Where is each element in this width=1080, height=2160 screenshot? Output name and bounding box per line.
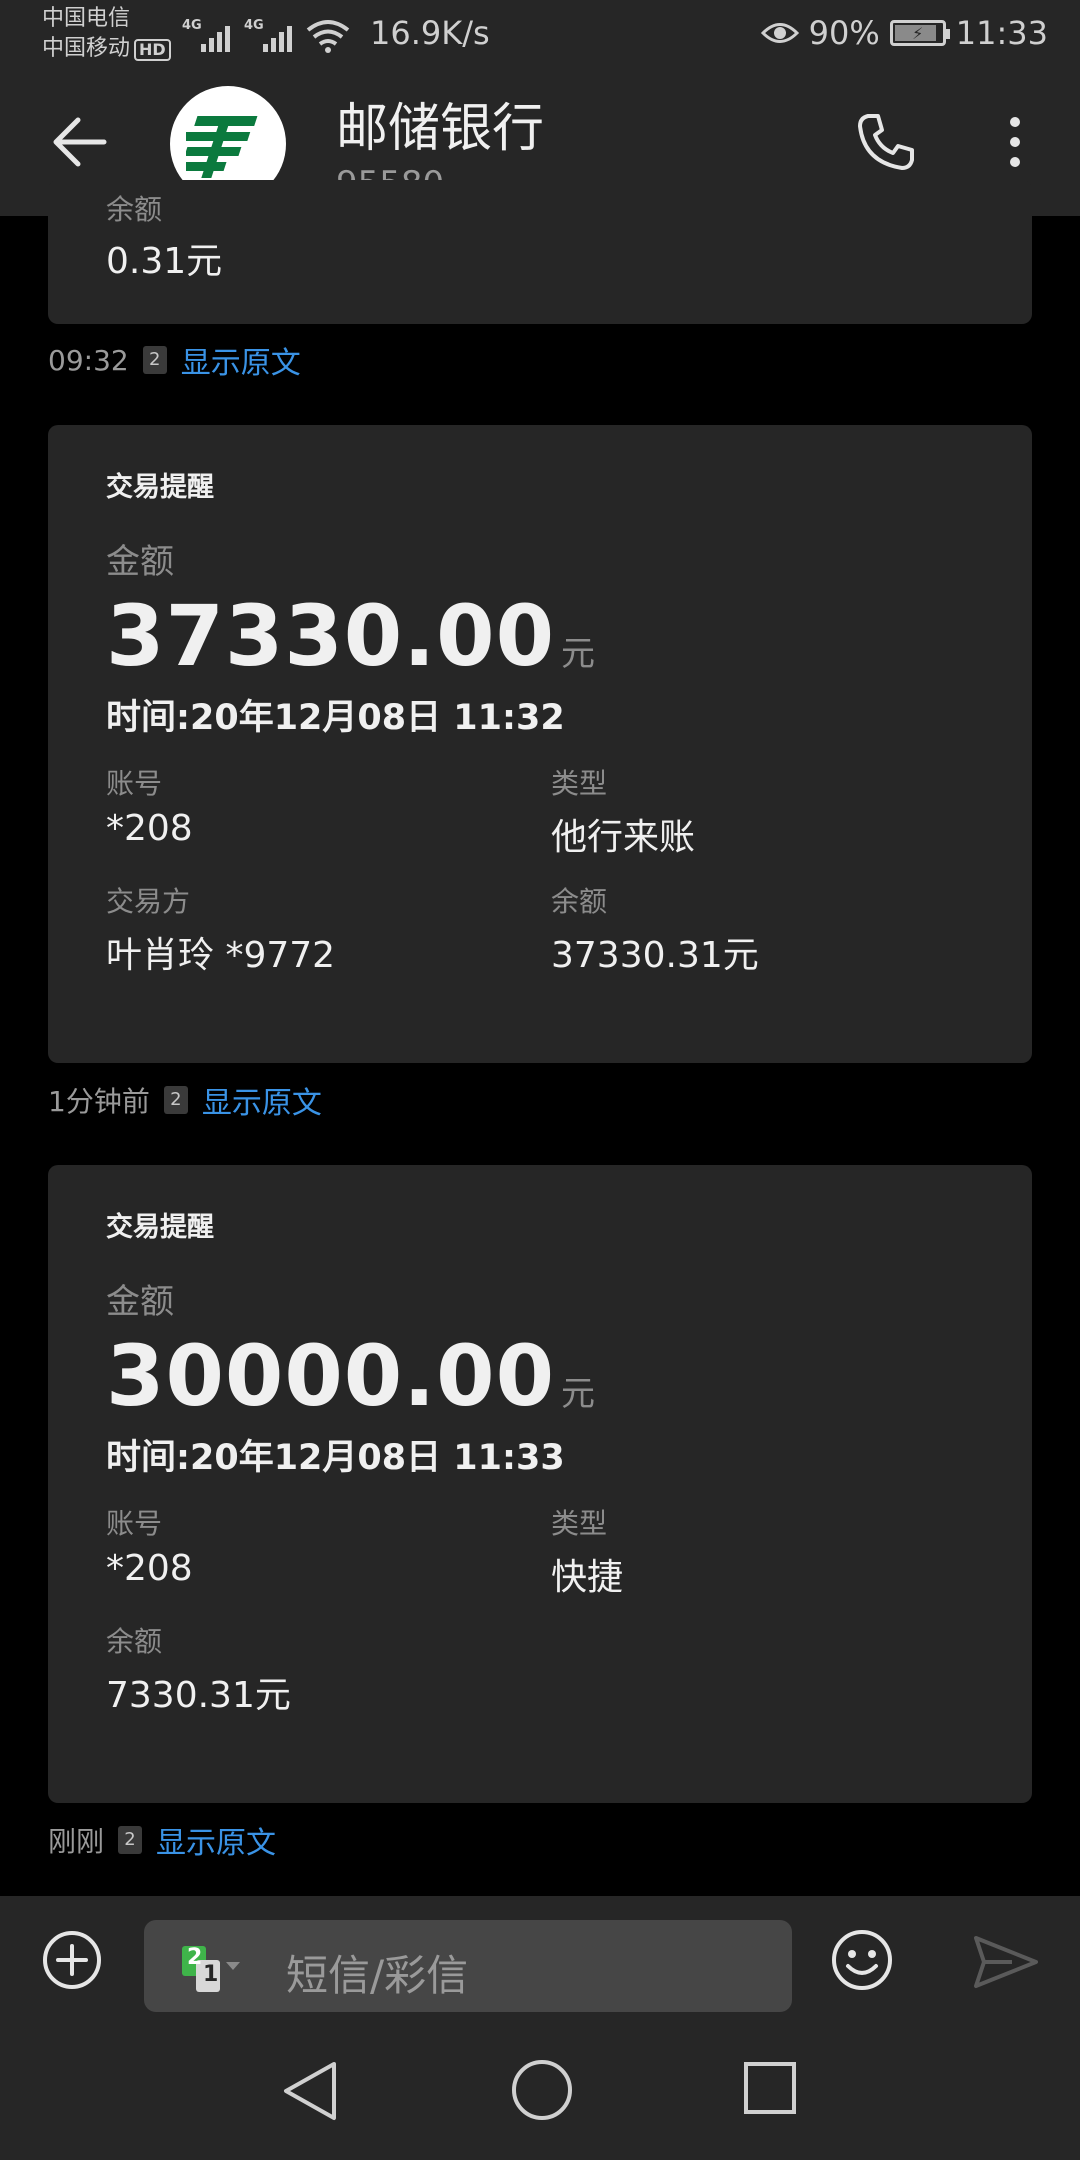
sim-a-label: 2 [187, 1945, 203, 1970]
amount-unit: 元 [561, 634, 596, 674]
type-value: 他行来账 [551, 817, 696, 858]
net-speed: 16.9K/s [370, 14, 490, 52]
balance-value: 0.31元 [106, 241, 223, 282]
carrier-2: 中国移动 [42, 36, 131, 61]
wifi-icon [306, 20, 350, 53]
account-label: 账号 [106, 767, 163, 800]
back-arrow-icon[interactable] [48, 110, 112, 174]
message-time: 刚刚 [48, 1825, 105, 1858]
system-nav-bar [0, 2020, 1080, 2160]
type-value: 快捷 [551, 1557, 624, 1598]
account-value: *208 [106, 1548, 193, 1589]
message-meta: 09:32 2 显示原文 [48, 338, 301, 382]
sim-card-icon: 2 [163, 1086, 188, 1114]
detail-grid: 账号 *208 类型他行来账 交易方叶肖玲 *9772 余额 37330.31元 [106, 762, 974, 978]
hd-badge: HD [134, 39, 171, 61]
balance-label: 余额 [551, 885, 608, 918]
status-bar: 中国电信 中国移动 HD 4G 4G 16.9K/s 90% ⚡ 11:33 [0, 0, 1080, 72]
message-bubble[interactable]: 余额 0.31元 [48, 180, 1032, 324]
signal-icon-1: 4G [182, 18, 230, 54]
show-original-link[interactable]: 显示原文 [202, 1078, 322, 1122]
balance-value: 7330.31元 [106, 1675, 291, 1716]
amount-row: 30000.00 元 [106, 1327, 974, 1425]
balance-label: 余额 [106, 193, 163, 226]
type-label: 类型 [551, 767, 608, 800]
postal-bank-logo-icon [186, 116, 258, 178]
message-time: 09:32 [48, 343, 129, 377]
clock: 11:33 [955, 14, 1048, 52]
signal-icon-2: 4G [244, 18, 292, 54]
emoji-icon[interactable] [830, 1928, 894, 1992]
message-title: 交易提醒 [106, 472, 214, 503]
sim-b-label: 1 [203, 1962, 219, 1987]
message-meta: 1分钟前 2 显示原文 [48, 1078, 322, 1122]
sim-selector[interactable]: 2 1 [182, 1945, 242, 1994]
eye-comfort-icon [760, 23, 799, 43]
message-bubble[interactable]: 交易提醒 金额 30000.00 元 时间:20年12月08日 11:33 账号 *… [48, 1165, 1032, 1803]
show-original-link[interactable]: 显示原文 [181, 338, 301, 382]
battery-percent: 90% [808, 14, 880, 52]
account-label: 账号 [106, 1507, 163, 1540]
message-title: 交易提醒 [106, 1212, 214, 1243]
signal-indicators: 4G 4G [182, 14, 350, 54]
party-value: 叶肖玲 *9772 [106, 935, 336, 976]
send-icon[interactable] [972, 1934, 1040, 1990]
transaction-time: 时间:20年12月08日 11:32 [106, 698, 565, 738]
add-attachment-icon[interactable] [42, 1930, 102, 1990]
phone-call-icon[interactable] [854, 110, 918, 174]
message-input-placeholder: 短信/彩信 [286, 1951, 469, 2000]
show-original-link[interactable]: 显示原文 [156, 1818, 276, 1862]
amount-row: 37330.00 元 [106, 587, 974, 685]
sim-card-icon: 2 [118, 1826, 143, 1854]
amount-label: 金额 [106, 1282, 174, 1322]
detail-grid: 账号 *208 类型快捷 余额 7330.31元 [106, 1502, 974, 1718]
sim-card-icon: 2 [142, 346, 167, 374]
carrier-labels: 中国电信 中国移动 HD [42, 4, 171, 64]
party-label: 交易方 [106, 885, 191, 918]
amount-value: 30000.00 [106, 1327, 556, 1425]
battery-icon: ⚡ [889, 20, 950, 46]
type-label: 类型 [551, 1507, 608, 1540]
message-time: 1分钟前 [48, 1085, 150, 1118]
balance-label: 余额 [106, 1625, 163, 1658]
message-bubble[interactable]: 交易提醒 金额 37330.00 元 时间:20年12月08日 11:32 账号 *… [48, 425, 1032, 1063]
amount-label: 金额 [106, 542, 174, 582]
contact-name: 邮储银行 [336, 99, 545, 159]
nav-back-icon[interactable] [280, 2060, 340, 2122]
message-meta: 刚刚 2 显示原文 [48, 1818, 276, 1862]
carrier-1: 中国电信 [42, 6, 131, 31]
amount-value: 37330.00 [106, 587, 556, 685]
nav-home-icon[interactable] [510, 2058, 574, 2122]
message-composer: 2 1 短信/彩信 [0, 1896, 1080, 2020]
nav-recent-apps-icon[interactable] [742, 2060, 798, 2116]
account-value: *208 [106, 808, 193, 849]
transaction-time: 时间:20年12月08日 11:33 [106, 1438, 565, 1478]
message-input[interactable]: 2 1 短信/彩信 [144, 1920, 792, 2012]
balance-value: 37330.31元 [551, 935, 759, 976]
amount-unit: 元 [561, 1374, 596, 1414]
more-options-icon[interactable] [1000, 110, 1030, 174]
